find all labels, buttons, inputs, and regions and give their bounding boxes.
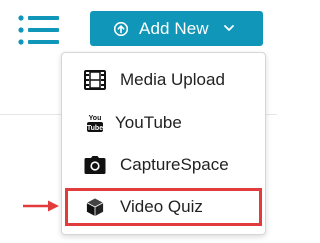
chevron-down-icon [224, 25, 234, 31]
film-icon [84, 69, 106, 91]
menu-item-label: YouTube [115, 113, 182, 132]
youtube-icon: You Tube [84, 112, 106, 134]
camera-icon [84, 154, 106, 176]
arrow-right-icon [23, 200, 59, 212]
upload-circle-icon [114, 21, 128, 36]
menu-item-label: Video Quiz [120, 197, 203, 216]
add-new-dropdown: Media Upload You Tube YouTube CaptureSpa… [61, 52, 266, 235]
menu-item-video-quiz[interactable]: Video Quiz [65, 188, 262, 226]
menu-item-label: CaptureSpace [120, 155, 229, 174]
menu-item-capturespace[interactable]: CaptureSpace [62, 146, 265, 184]
svg-text:Tube: Tube [87, 125, 103, 132]
menu-item-youtube[interactable]: You Tube YouTube [62, 104, 265, 142]
svg-text:You: You [89, 115, 102, 122]
cube-icon [84, 196, 106, 218]
menu-item-media-upload[interactable]: Media Upload [62, 61, 265, 99]
menu-item-label: Media Upload [120, 70, 225, 89]
list-view-icon[interactable] [18, 15, 60, 45]
add-new-label: Add New [139, 18, 209, 38]
add-new-button[interactable]: Add New [90, 11, 263, 46]
